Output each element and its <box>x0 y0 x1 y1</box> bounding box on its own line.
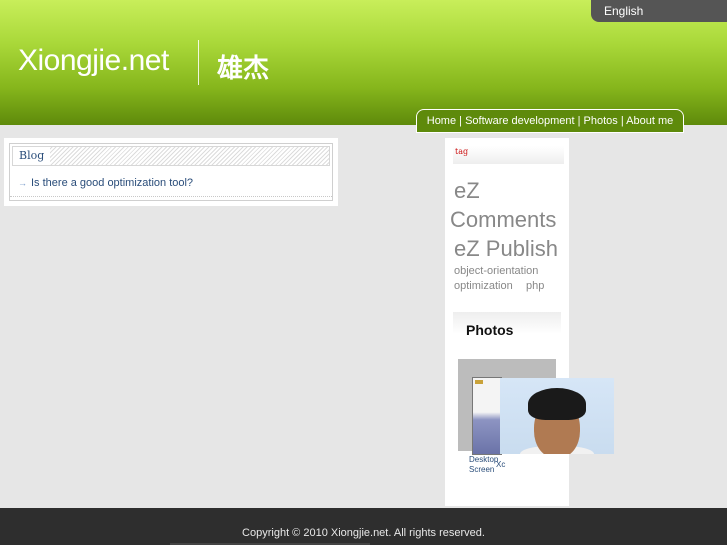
photo-caption-line1[interactable]: Desktop <box>469 455 498 464</box>
logo-divider <box>198 40 199 85</box>
site-logo-chinese[interactable]: 雄杰 <box>217 48 269 85</box>
nav-separator: | <box>456 115 466 127</box>
tag-optimization[interactable]: optimization <box>454 280 513 292</box>
tag-comments[interactable]: Comments <box>450 207 556 233</box>
blog-post-link[interactable]: → Is there a good optimization tool? <box>18 177 193 189</box>
language-switch[interactable]: English <box>591 0 727 22</box>
tag-object-orientation[interactable]: object-orientation <box>454 265 538 277</box>
blog-title: Blog <box>13 147 51 165</box>
nav-separator: | <box>574 115 584 127</box>
nav-item-home[interactable]: Home <box>427 115 456 127</box>
copyright-text: Copyright © 2010 Xiongjie.net. All right… <box>242 527 485 539</box>
nav-item-software-development[interactable]: Software development <box>465 115 574 127</box>
tag-title: tag <box>453 146 564 164</box>
site-footer: Copyright © 2010 Xiongjie.net. All right… <box>0 508 727 545</box>
photo-thumbnail-portrait[interactable] <box>500 378 614 454</box>
nav-item-photos[interactable]: Photos <box>584 115 618 127</box>
nav-separator: | <box>617 115 627 127</box>
blog-post-title[interactable]: Is there a good optimization tool? <box>31 177 193 189</box>
nav-item-about-me[interactable]: About me <box>626 115 673 127</box>
blog-title-bar: Blog <box>12 146 330 166</box>
photo-caption-line2[interactable]: Screen <box>469 465 494 474</box>
blog-panel-inner: Blog → Is there a good optimization tool? <box>9 143 333 201</box>
tag-ez-publish[interactable]: eZ Publish <box>454 236 558 262</box>
dotted-divider <box>10 196 332 197</box>
tag-php[interactable]: php <box>526 280 544 292</box>
blog-panel: Blog → Is there a good optimization tool? <box>4 138 338 206</box>
sidebar: tag eZ Comments eZ Publish object-orient… <box>445 138 614 506</box>
photo-caption-xc[interactable]: Xc <box>496 460 505 470</box>
photo-caption-desktop[interactable]: Desktop Screen <box>469 455 498 475</box>
main-nav: Home | Software development | Photos | A… <box>416 109 684 133</box>
site-logo[interactable]: Xiongjie.net <box>18 44 169 78</box>
portrait-hair <box>528 388 586 420</box>
arrow-right-icon: → <box>18 178 27 188</box>
photos-title: Photos <box>453 312 561 338</box>
desktop-screen-image <box>472 377 502 455</box>
tag-ez[interactable]: eZ <box>454 178 480 204</box>
